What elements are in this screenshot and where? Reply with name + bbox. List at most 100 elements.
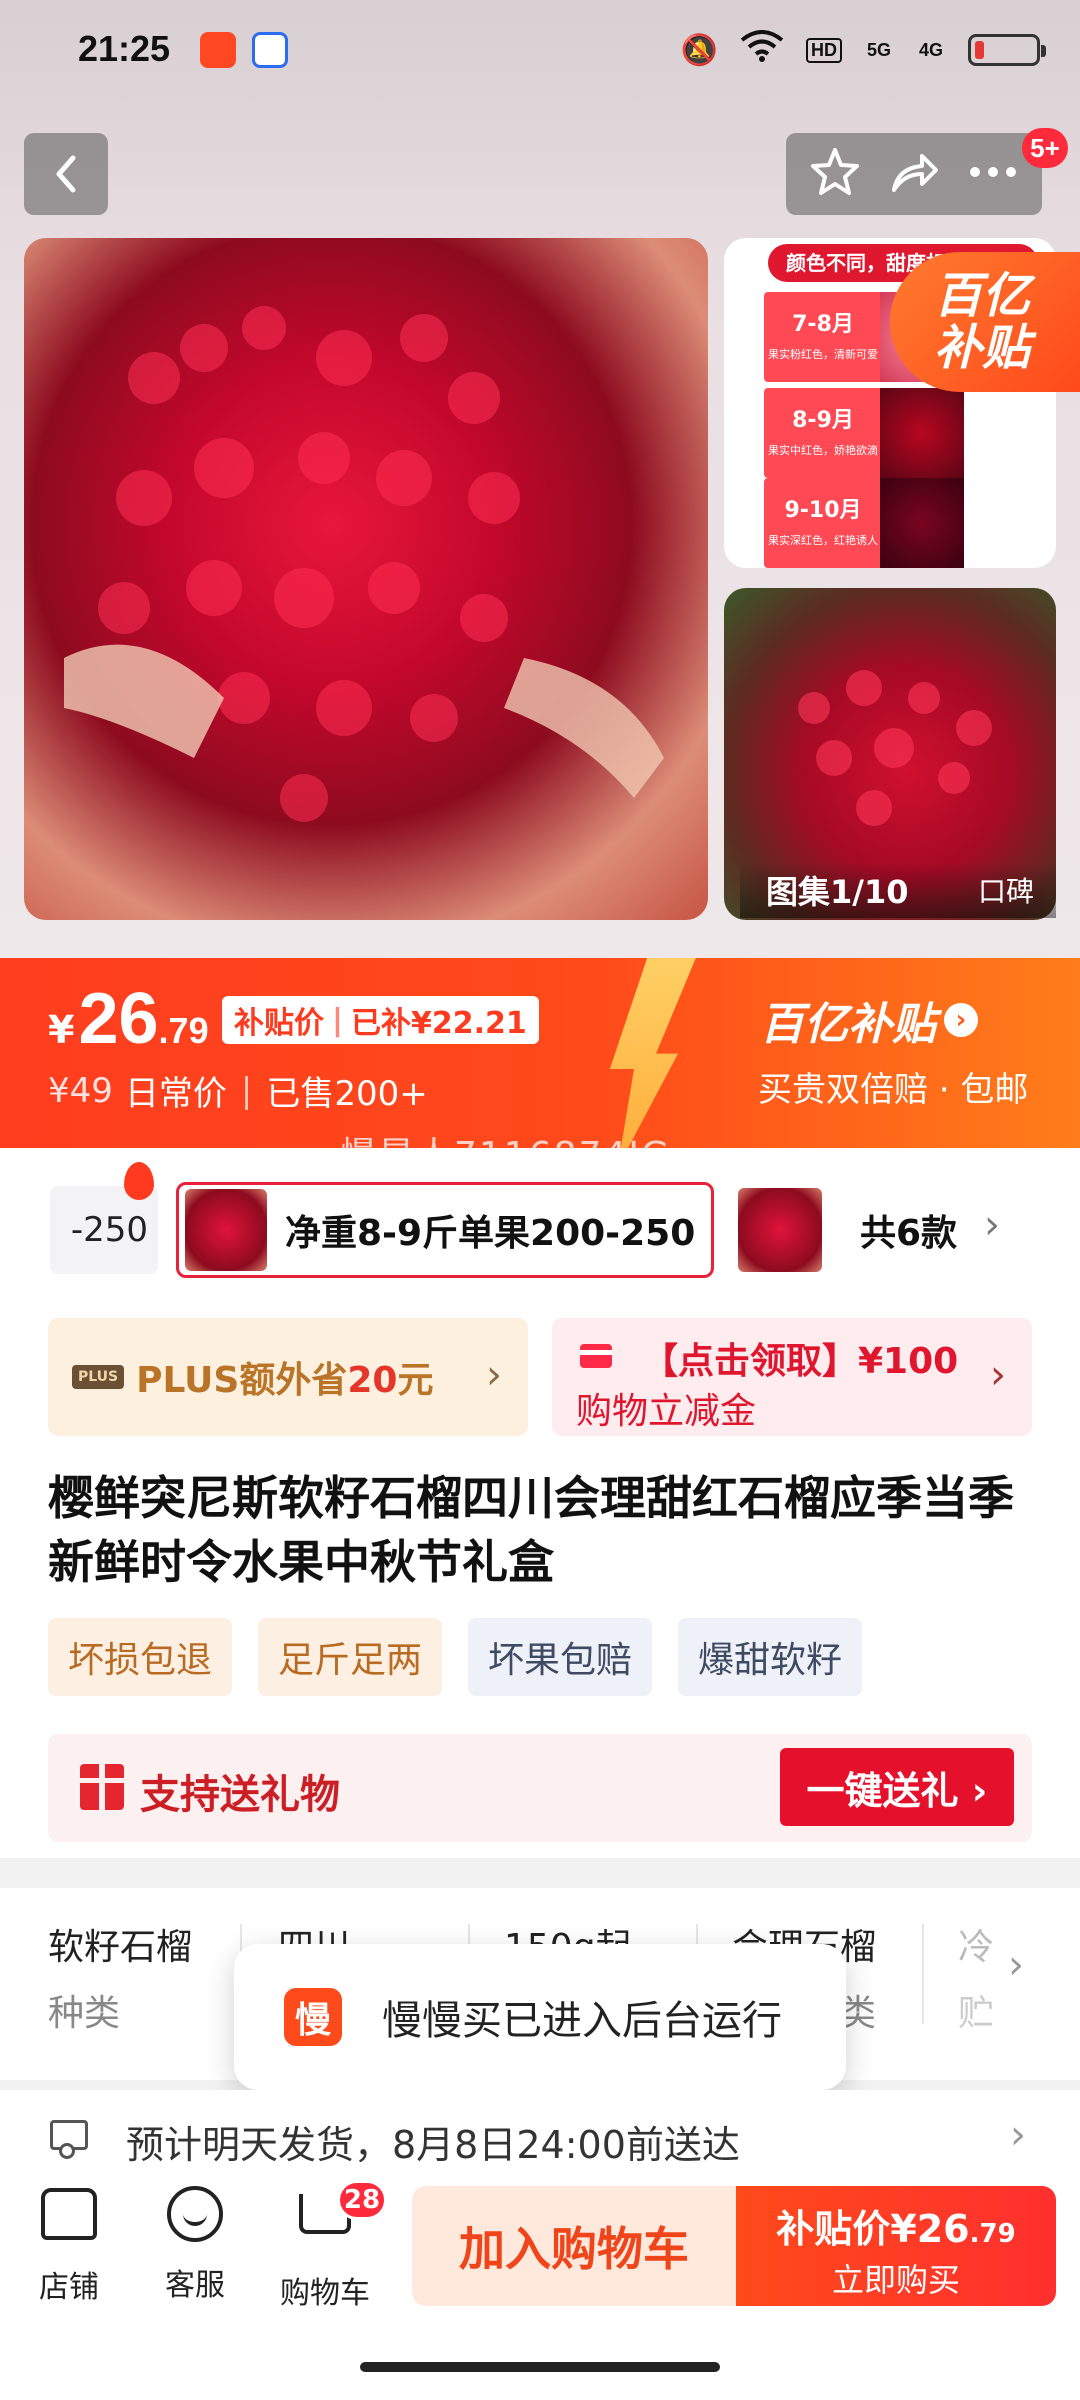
product-info-card: -250 净重8-9斤单果200-250 共6款 › PLUS PLUS额外省2… — [0, 1148, 1080, 1858]
subsidy-separator: | — [332, 1002, 343, 1038]
gift-bar: 支持送礼物 一键送礼 › — [48, 1734, 1032, 1842]
subsidy-amount: 已补¥22.21 — [350, 1006, 527, 1041]
more-icon — [969, 167, 1016, 177]
tag: 足斤足两 — [258, 1618, 443, 1696]
battery-level — [975, 41, 984, 59]
customer-service-button[interactable]: 客服 — [140, 2184, 250, 2304]
current-price: ¥ 26 .79 — [48, 978, 209, 1060]
season-row: 8-9月 果实中红色，娇艳欲滴 — [764, 388, 964, 478]
sku-option[interactable] — [738, 1188, 822, 1272]
sku-selector: -250 净重8-9斤单果200-250 共6款 › — [0, 1162, 1080, 1278]
season-label: 7-8月 — [792, 312, 854, 337]
tag: 爆甜软籽 — [678, 1618, 863, 1696]
network-4g: 4G — [918, 39, 943, 60]
flame-icon — [124, 1162, 154, 1200]
tag: 坏损包退 — [48, 1618, 233, 1696]
chevron-right-icon[interactable]: › — [984, 1202, 1000, 1248]
subsidy-program-link[interactable]: 百亿补贴 › — [760, 988, 978, 1052]
buy-price-decimal: .79 — [969, 2219, 1016, 2249]
price-currency: ¥ — [48, 1008, 75, 1052]
store-icon — [39, 2188, 99, 2248]
message-badge: 5+ — [1022, 128, 1068, 168]
star-icon — [811, 148, 860, 195]
sku-option-label: -250 — [70, 1210, 148, 1250]
coupon-promo[interactable]: 【点击领取】¥100 购物立减金 › — [552, 1318, 1032, 1436]
main-product-photo[interactable] — [24, 238, 708, 920]
price-subline: ¥49 日常价 | 已售200+ — [48, 1066, 428, 1115]
tag: 坏果包赔 — [468, 1618, 653, 1696]
battery-icon — [968, 34, 1046, 66]
subsidy-label: 补贴价 — [234, 1006, 324, 1041]
gallery-counter-overlay[interactable]: 图集1/10 口碑 — [740, 862, 1056, 918]
attribute-key: 贮 — [958, 1993, 992, 2034]
share-icon — [891, 154, 938, 192]
sku-thumbnail — [185, 1189, 267, 1271]
chevron-right-icon: › — [486, 1352, 502, 1398]
separator: | — [240, 1070, 253, 1111]
buy-now-label: 立即购买 — [831, 2261, 960, 2299]
coupon-title: 【点击领取】¥100 — [642, 1341, 959, 1382]
season-image — [880, 478, 964, 568]
network-5g: 5G — [866, 39, 891, 60]
product-gallery: 21:25 🔕 HD 5G 4G 颜色不同，甜度相同 7-8月 果实粉红色，清新… — [0, 0, 1080, 960]
cart-button[interactable]: 28 购物车 — [270, 2180, 387, 2312]
price-banner: ¥ 26 .79 补贴价 | 已补¥22.21 ¥49 日常价 | 已售200+… — [0, 958, 1080, 1148]
attribute-item: 软籽石榴 种类 — [48, 1918, 192, 2036]
nav-actions — [786, 133, 1042, 215]
customer-service-label: 客服 — [165, 2268, 225, 2303]
cart-count-badge: 28 — [337, 2180, 387, 2220]
sold-count: 已售200+ — [266, 1074, 428, 1114]
buy-price: 补贴价¥26.79 — [736, 2198, 1056, 2253]
store-button[interactable]: 店铺 — [14, 2184, 124, 2306]
price-decimal: .79 — [158, 1010, 209, 1051]
subsidy-tag: 补贴价 | 已补¥22.21 — [222, 996, 539, 1044]
card-icon — [580, 1344, 612, 1368]
gift-icon — [80, 1764, 124, 1810]
plus-amount: 20 — [347, 1360, 398, 1401]
subsidy-sticker: 百亿补贴 — [890, 252, 1080, 392]
toast-message: 慢慢买已进入后台运行 — [382, 1998, 782, 2044]
plus-savings-promo[interactable]: PLUS PLUS额外省20元 › — [48, 1318, 528, 1436]
home-indicator[interactable] — [360, 2362, 720, 2372]
attribute-value: 软籽石榴 — [48, 1927, 193, 1968]
app-icon: 慢 — [284, 1988, 342, 2046]
send-gift-button[interactable]: 一键送礼 › — [780, 1748, 1014, 1826]
lightning-decoration — [609, 958, 700, 1148]
back-button[interactable] — [24, 133, 108, 215]
chevron-right-icon: › — [944, 1003, 978, 1037]
delivery-estimate: 预计明天发货，8月8日24:00前送达 — [126, 2123, 740, 2167]
subsidy-program-title: 百亿补贴 — [760, 999, 936, 1050]
add-to-cart-button[interactable]: 加入购物车 — [412, 2186, 736, 2306]
coupon-subtitle: 购物立减金 — [576, 1391, 757, 1432]
status-time: 21:25 — [78, 28, 171, 69]
plus-savings-text: PLUS额外省20元 — [136, 1351, 433, 1403]
status-bar: 21:25 🔕 HD 5G 4G — [0, 0, 1080, 100]
gift-text: 支持送礼物 — [140, 1772, 340, 1818]
more-button[interactable] — [967, 146, 1019, 202]
product-tags: 坏损包退 足斤足两 坏果包赔 爆甜软籽 — [48, 1618, 863, 1696]
chevron-right-icon: › — [1010, 2112, 1026, 2158]
assistant-app-icon — [252, 32, 288, 68]
attribute-value: 冷 — [958, 1927, 992, 1968]
status-icons: 🔕 HD 5G 4G — [680, 30, 1046, 70]
favorite-button[interactable] — [809, 146, 861, 202]
cart-label: 购物车 — [280, 2276, 370, 2311]
store-label: 店铺 — [39, 2270, 99, 2305]
chevron-right-icon: › — [990, 1352, 1006, 1398]
mute-icon: 🔕 — [680, 32, 718, 68]
subsidy-sticker-text: 百亿补贴 — [934, 268, 1031, 376]
buy-now-button[interactable]: 补贴价¥26.79 立即购买 — [736, 2186, 1056, 2306]
sku-total-count[interactable]: 共6款 — [860, 1204, 957, 1256]
season-image — [880, 388, 964, 478]
price-integer: 26 — [78, 979, 159, 1059]
plus-text-post: 元 — [397, 1360, 434, 1401]
share-button[interactable] — [888, 146, 940, 202]
chevron-right-icon: › — [1008, 1942, 1024, 1988]
reviews-link[interactable]: 口碑 — [978, 870, 1034, 910]
truck-icon — [50, 2120, 88, 2159]
sku-option-selected[interactable]: 净重8-9斤单果200-250 — [176, 1182, 714, 1278]
cart-icon: 28 — [295, 2180, 387, 2254]
attribute-item: 冷 贮 — [958, 1918, 992, 2036]
subsidy-program-subtitle: 买贵双倍赔 · 包邮 — [758, 1070, 1029, 1110]
video-app-icon — [200, 32, 236, 68]
